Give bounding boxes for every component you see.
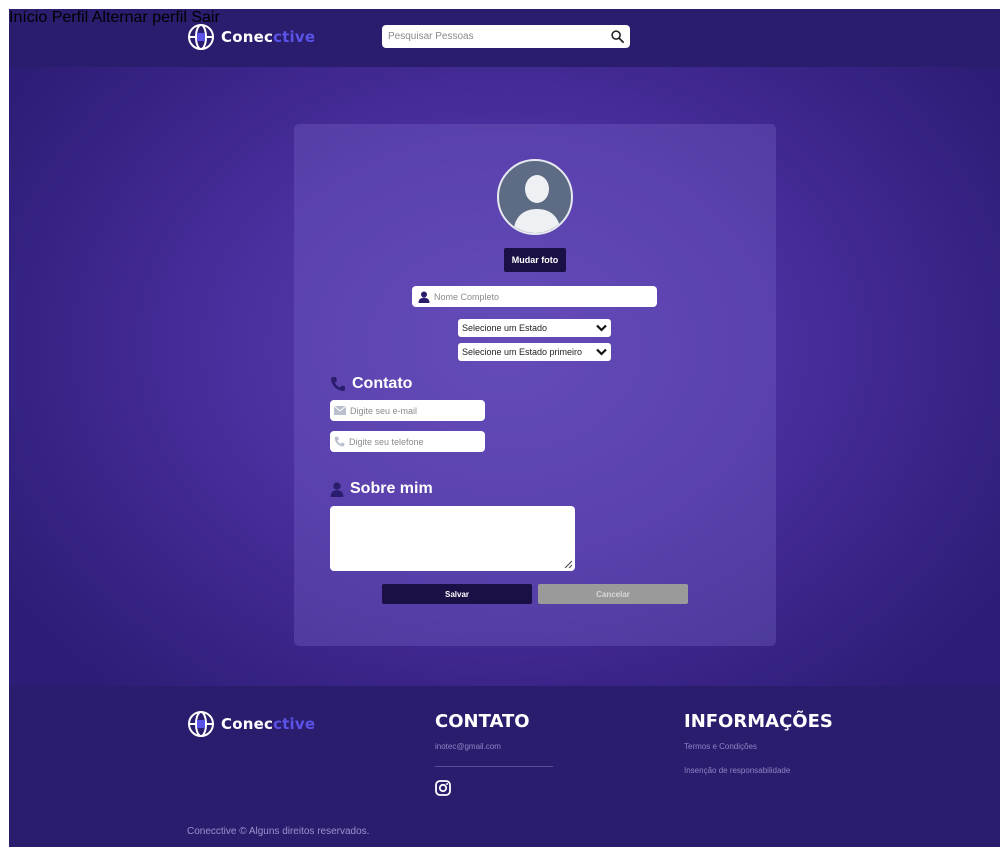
chevron-down-icon [596, 348, 607, 356]
footer-link-disclaimer[interactable]: Insenção de responsabilidade [684, 766, 790, 775]
brand-name: Conecctive [221, 28, 316, 46]
user-silhouette-icon [513, 175, 561, 233]
contact-section-title: Contato [330, 375, 412, 393]
chevron-down-icon [596, 324, 607, 332]
brand-logo[interactable]: Conecctive [187, 23, 315, 51]
profile-edit-card: Mudar foto Selecione um Estado Selecione… [294, 124, 776, 646]
search-icon[interactable] [611, 30, 624, 43]
nav-alternar-perfil[interactable]: Alternar perfil [92, 9, 187, 26]
cancel-button[interactable]: Cancelar [538, 584, 688, 604]
footer-brand-name: Conecctive [221, 715, 316, 733]
nav-inicio[interactable]: Início [9, 9, 47, 26]
footer-contact-email[interactable]: inotec@gmail.com [435, 742, 501, 751]
top-navbar: Conecctive Início Perfil Alternar perfil… [9, 9, 1000, 67]
footer-contact-title: CONTATO [435, 711, 530, 732]
search-box [382, 25, 630, 48]
user-icon [330, 481, 344, 497]
footer-brand-logo[interactable]: Conecctive [187, 710, 315, 738]
email-field [330, 400, 485, 421]
phone-icon [331, 377, 345, 391]
city-select[interactable]: Selecione um Estado primeiro [458, 343, 611, 361]
globe-icon [188, 711, 214, 737]
about-section-title: Sobre mim [330, 480, 433, 498]
footer-copyright: Conecctive © Alguns direitos reservados. [187, 826, 370, 837]
about-textarea[interactable] [330, 506, 575, 571]
footer-link-terms[interactable]: Termos e Condições [684, 742, 757, 751]
change-photo-button[interactable]: Mudar foto [504, 248, 566, 272]
state-select-value: Selecione um Estado [462, 323, 548, 333]
city-select-value: Selecione um Estado primeiro [462, 347, 583, 357]
phone-icon [334, 436, 345, 447]
email-input[interactable] [350, 405, 481, 416]
nav-perfil[interactable]: Perfil [52, 9, 88, 26]
mail-icon [334, 406, 346, 415]
search-input[interactable] [388, 31, 611, 42]
about-textarea-wrap [330, 506, 575, 571]
footer: Conecctive CONTATO inotec@gmail.com INFO… [9, 686, 1000, 847]
phone-input[interactable] [349, 436, 481, 447]
resize-handle-icon[interactable] [564, 560, 572, 568]
name-field [412, 286, 657, 307]
main-content: Mudar foto Selecione um Estado Selecione… [9, 67, 1000, 686]
page-frame: Conecctive Início Perfil Alternar perfil… [9, 9, 1000, 847]
footer-divider [435, 766, 553, 767]
avatar[interactable] [497, 159, 573, 235]
instagram-icon[interactable] [435, 780, 451, 796]
phone-field [330, 431, 485, 452]
user-icon [418, 291, 430, 303]
footer-info-title: INFORMAÇÕES [684, 711, 833, 732]
name-input[interactable] [434, 291, 651, 302]
save-button[interactable]: Salvar [382, 584, 532, 604]
state-select[interactable]: Selecione um Estado [458, 319, 611, 337]
globe-icon [188, 24, 214, 50]
